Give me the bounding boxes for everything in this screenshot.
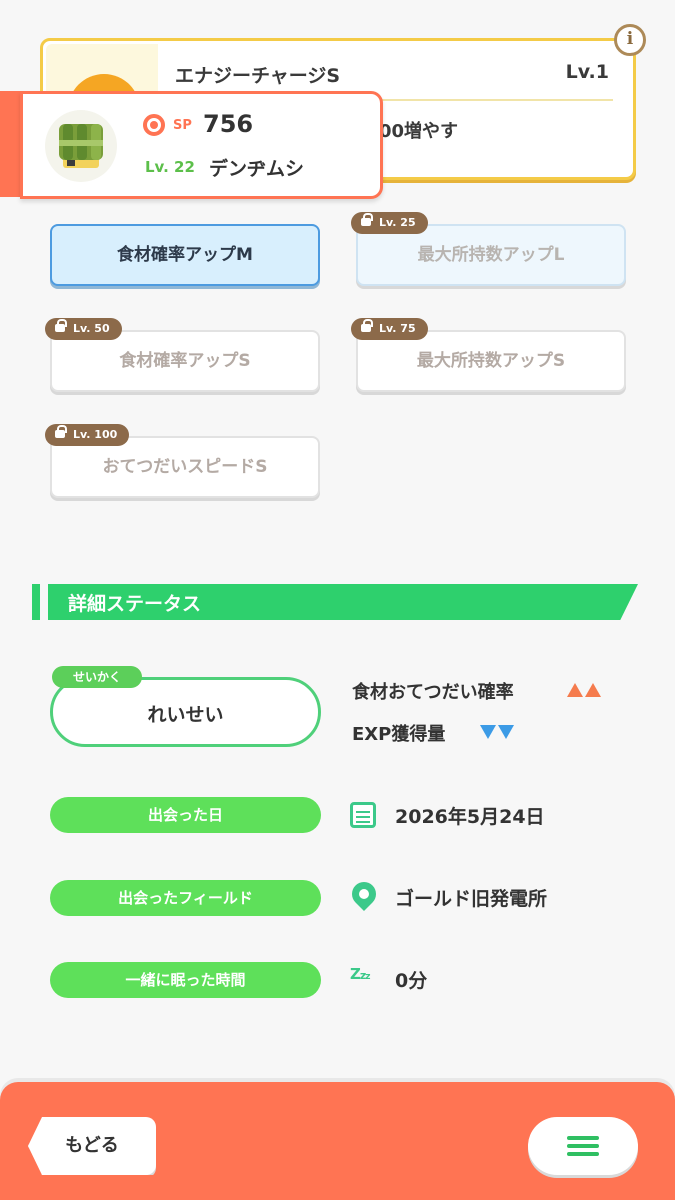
met-field-value: ゴールド旧発電所	[395, 888, 548, 910]
main-skill-level: Lv.1	[565, 61, 609, 83]
lock-badge: Lv. 50	[45, 318, 122, 340]
met-field-label: 出会ったフィールド	[50, 880, 321, 916]
menu-button[interactable]	[528, 1117, 638, 1175]
pokemon-avatar	[45, 110, 117, 182]
back-button[interactable]: もどる	[28, 1117, 156, 1175]
lock-icon	[55, 319, 67, 333]
nature-down-row: EXP獲得量	[352, 720, 445, 746]
lock-badge: Lv. 100	[45, 424, 130, 446]
pokemon-name: デンヂムシ	[209, 158, 305, 180]
lock-icon	[361, 213, 373, 227]
section-header-accent	[32, 584, 40, 620]
calendar-icon	[350, 802, 376, 828]
nature-down-label: EXP獲得量	[352, 724, 446, 745]
zzz-icon: Zzz	[350, 965, 371, 983]
info-icon: i	[626, 29, 634, 49]
nature-up-row: 食材おてつだい確率	[352, 678, 514, 704]
main-skill-name: エナジーチャージS	[175, 65, 341, 87]
slept-time-value: 0分	[395, 970, 428, 992]
met-date-value: 2026年5月24日	[395, 806, 545, 828]
lock-badge: Lv. 75	[351, 318, 428, 340]
pokemon-level: Lv. 22	[145, 158, 195, 176]
lock-badge: Lv. 25	[351, 212, 428, 234]
pokemon-sprite	[59, 124, 103, 168]
nature-up-label: 食材おてつだい確率	[352, 682, 514, 703]
section-title: 詳細ステータス	[68, 593, 202, 615]
lock-level: Lv. 25	[379, 216, 416, 229]
met-date-label: 出会った日	[50, 797, 321, 833]
sp-value: 756	[203, 110, 254, 138]
pokemon-card[interactable]: SP 756 Lv. 22 デンヂムシ	[20, 91, 383, 199]
lock-level: Lv. 75	[379, 322, 416, 335]
hamburger-menu-icon	[567, 1136, 599, 1140]
sub-skill-button[interactable]: 食材確率アップM	[50, 224, 320, 286]
lock-icon	[361, 319, 373, 333]
nature-tag: せいかく	[52, 666, 142, 688]
sp-icon	[143, 114, 165, 136]
main-skill-description: 00増やす	[379, 121, 459, 142]
lock-icon	[55, 425, 67, 439]
info-button[interactable]: i	[614, 24, 646, 56]
stat-down-icon	[480, 724, 516, 743]
location-pin-icon	[347, 877, 381, 911]
section-header: 詳細ステータス	[48, 584, 638, 620]
stat-up-icon	[567, 682, 603, 701]
lock-level: Lv. 100	[73, 428, 118, 441]
lock-level: Lv. 50	[73, 322, 110, 335]
slept-time-label: 一緒に眠った時間	[50, 962, 321, 998]
sp-label: SP	[173, 118, 192, 133]
nature-value: れいせい	[147, 704, 224, 726]
